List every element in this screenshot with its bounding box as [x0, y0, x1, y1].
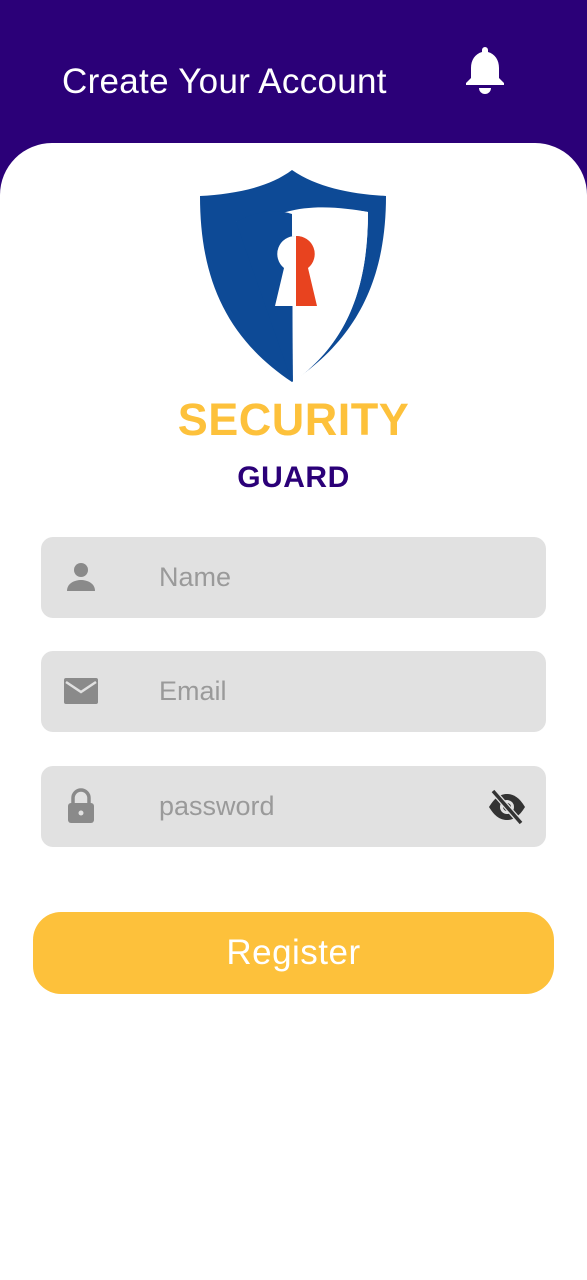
password-field[interactable] [41, 766, 546, 847]
bell-icon [466, 47, 504, 94]
register-button[interactable]: Register [33, 912, 554, 994]
notification-button[interactable] [462, 44, 508, 96]
brand-title: SECURITY [177, 394, 410, 445]
page-title: Create Your Account [62, 62, 387, 101]
password-input[interactable] [159, 766, 499, 847]
email-field[interactable] [41, 651, 546, 732]
app-root: Create Your Account SECURITY GUARD Name … [0, 0, 587, 1280]
name-field[interactable] [41, 537, 546, 618]
email-input[interactable] [159, 651, 499, 732]
name-input[interactable] [159, 537, 499, 618]
brand-subtitle: GUARD [237, 461, 350, 494]
shield-keyhole-icon [200, 170, 386, 382]
lock-icon [68, 788, 94, 823]
eye-off-icon[interactable] [487, 787, 527, 827]
app-header: Create Your Account [0, 0, 587, 160]
mail-icon [64, 678, 98, 704]
person-icon [67, 563, 95, 591]
